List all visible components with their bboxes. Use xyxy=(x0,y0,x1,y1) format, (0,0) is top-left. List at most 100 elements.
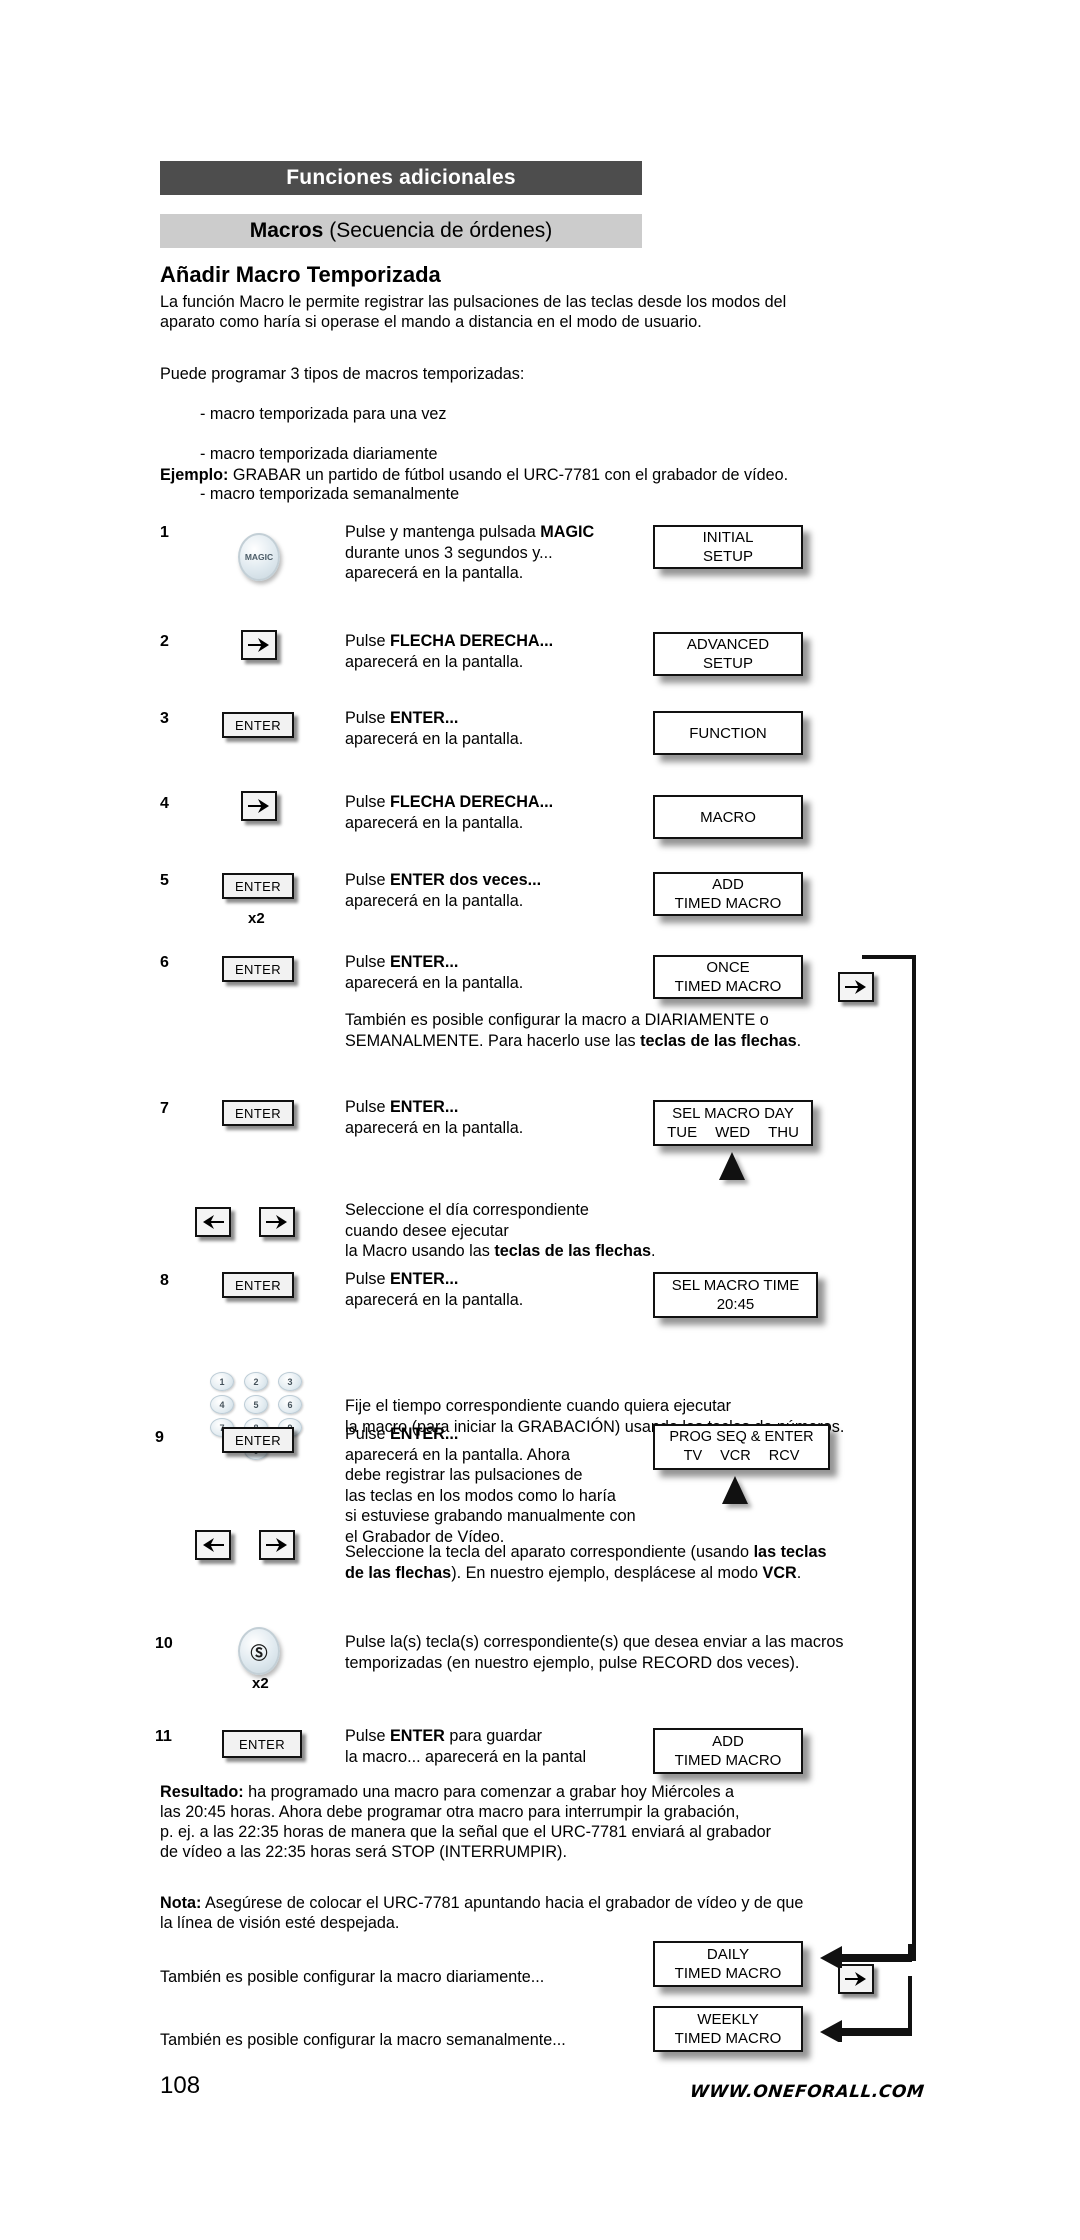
enter-key-icon[interactable]: ENTER xyxy=(222,712,294,738)
step-number: 11 xyxy=(155,1728,172,1745)
result-label: Resultado: xyxy=(160,1783,244,1801)
step-instruction-lead: Pulse xyxy=(345,709,390,727)
magic-key-icon[interactable]: MAGIC xyxy=(238,533,280,581)
lcd-display: ADD TIMED MACRO xyxy=(653,1728,803,1774)
step-instruction-key: MAGIC xyxy=(540,523,595,541)
left-arrow-glyph xyxy=(203,1215,224,1229)
right-arrow-key-icon[interactable] xyxy=(259,1530,295,1560)
step-instruction-key: ENTER... xyxy=(390,1270,459,1288)
lcd-display: INITIAL SETUP xyxy=(653,525,803,569)
step-instruction-key: FLECHA DERECHA... xyxy=(390,793,554,811)
step-instruction: Pulse ENTER... aparecerá en la pantalla. xyxy=(345,1097,615,1138)
alternative-daily-text: También es posible configurar la macro d… xyxy=(160,1968,545,1986)
keypad-key-3[interactable]: 3 xyxy=(278,1372,302,1391)
step-note-bold2: VCR xyxy=(762,1563,797,1582)
flow-arrow-weekly xyxy=(820,2020,912,2042)
lcd-display: DAILY TIMED MACRO xyxy=(653,1941,803,1987)
enter-key-icon[interactable]: ENTER xyxy=(222,873,294,899)
lcd-line1: ONCE xyxy=(706,959,750,976)
keypad-key-2[interactable]: 2 xyxy=(244,1372,268,1391)
lcd-line2: TUE WED THU xyxy=(658,1123,808,1142)
enter-key-label: ENTER xyxy=(234,1432,282,1448)
enter-key-icon[interactable]: ENTER xyxy=(222,1272,294,1298)
enter-key-label: ENTER xyxy=(234,1277,282,1293)
lcd-display: MACRO xyxy=(653,795,803,839)
left-arrow-key-icon[interactable] xyxy=(195,1530,231,1560)
lcd-line2: TIMED MACRO xyxy=(674,978,782,995)
step-instruction-rest: aparecerá en la pantalla. xyxy=(345,1118,524,1137)
lcd-display: FUNCTION xyxy=(653,711,803,755)
enter-key-icon[interactable]: ENTER xyxy=(222,1427,294,1453)
lcd-mode-option: VCR xyxy=(720,1448,751,1464)
step-instruction-key: ENTER... xyxy=(390,1098,459,1116)
right-arrow-key-icon[interactable] xyxy=(838,972,874,1002)
enter-key-label: ENTER xyxy=(234,961,282,977)
left-arrow-key-icon[interactable] xyxy=(195,1207,231,1237)
enter-key-icon[interactable]: ENTER xyxy=(222,1100,294,1126)
record-key-icon[interactable]: Ⓢ xyxy=(238,1627,280,1675)
lcd-display: ADVANCED SETUP xyxy=(653,632,803,676)
step-instruction-rest: aparecerá en la pantalla. xyxy=(345,729,524,748)
step-instruction: Pulse ENTER... aparecerá en la pantalla. xyxy=(345,1269,615,1310)
step-instruction-lead: Pulse xyxy=(345,632,390,650)
lcd-day-option: WED xyxy=(715,1124,751,1141)
enter-key-icon[interactable]: ENTER xyxy=(222,1730,302,1758)
enter-key-label: ENTER xyxy=(234,717,282,733)
step-number: 7 xyxy=(160,1100,169,1117)
step-number: 4 xyxy=(160,795,169,812)
step-instruction-lead: Pulse xyxy=(345,793,390,811)
step-instruction-lead: Pulse xyxy=(345,953,390,971)
lcd-line2: TIMED MACRO xyxy=(674,2030,782,2047)
step-instruction-lead: Pulse xyxy=(345,1270,390,1288)
right-arrow-glyph xyxy=(266,1215,287,1229)
selection-pointer-icon xyxy=(722,1476,748,1504)
note-paragraph: Nota: Asegúrese de colocar el URC-7781 a… xyxy=(160,1893,950,1933)
flow-connector-weekly xyxy=(908,1976,912,2030)
right-arrow-key-icon[interactable] xyxy=(241,791,277,821)
step-number: 6 xyxy=(160,954,169,971)
right-arrow-key-icon[interactable] xyxy=(259,1207,295,1237)
step-instruction: Pulse y mantenga pulsada MAGIC durante u… xyxy=(345,522,605,584)
step-instruction-rest: aparecerá en la pantalla. xyxy=(345,652,524,671)
enter-key-icon[interactable]: ENTER xyxy=(222,956,294,982)
lcd-line1: FUNCTION xyxy=(689,724,767,742)
lcd-line1: ADD xyxy=(712,876,744,893)
lcd-line1: ADVANCED xyxy=(686,636,770,653)
lcd-line2: TV VCR RCV xyxy=(675,1447,809,1466)
right-arrow-key-icon[interactable] xyxy=(241,630,277,660)
keypad-key-4[interactable]: 4 xyxy=(210,1395,234,1414)
step-instruction-lead: Pulse xyxy=(345,871,390,889)
step-number: 5 xyxy=(160,872,169,889)
step-instruction-rest: aparecerá en la pantalla. xyxy=(345,813,524,832)
document-page: Funciones adicionales Macros (Secuencia … xyxy=(0,0,1080,2240)
right-arrow-glyph xyxy=(248,799,269,813)
step-note-pre: Seleccione la tecla del aparato correspo… xyxy=(345,1543,754,1561)
flow-arrow-daily xyxy=(820,1946,912,1968)
keypad-key-6[interactable]: 6 xyxy=(278,1395,302,1414)
step-instruction: Pulse FLECHA DERECHA... aparecerá en la … xyxy=(345,631,615,672)
section-title-bar: Funciones adicionales xyxy=(160,161,642,195)
macro-type-item: - macro temporizada semanalmente xyxy=(200,485,460,503)
result-paragraph: Resultado: ha programado una macro para … xyxy=(160,1782,920,1862)
step-instruction: Pulse la(s) tecla(s) correspondiente(s) … xyxy=(345,1633,844,1672)
right-arrow-key-icon[interactable] xyxy=(838,1964,874,1994)
step-note-bold: teclas de las flechas xyxy=(640,1031,797,1050)
right-arrow-glyph xyxy=(845,1972,866,1986)
topic-title-rest: (Secuencia de órdenes) xyxy=(329,219,553,242)
keypad-row: 1 2 3 xyxy=(210,1372,318,1391)
topic-title-bold: Macros xyxy=(249,219,324,242)
step-instruction: Pulse ENTER para guardar la macro... apa… xyxy=(345,1726,625,1767)
step-instruction-key: ENTER dos veces... xyxy=(390,871,542,889)
step-note: Seleccione el día correspondiente cuando… xyxy=(345,1200,905,1262)
step-instruction-rest: durante unos 3 segundos y... aparecerá e… xyxy=(345,543,553,583)
lcd-line1: MACRO xyxy=(700,808,756,826)
keypad-key-1[interactable]: 1 xyxy=(210,1372,234,1391)
step-instruction-lead: Pulse y mantenga pulsada xyxy=(345,523,541,541)
footer-url: WWW.ONEFORALL.COM xyxy=(688,2082,926,2102)
step-instruction-key: ENTER xyxy=(390,1727,445,1745)
lcd-line1: SEL MACRO TIME xyxy=(671,1277,800,1294)
lcd-display: SEL MACRO DAY TUE WED THU xyxy=(653,1100,813,1146)
keypad-key-5[interactable]: 5 xyxy=(244,1395,268,1414)
lcd-line1: WEEKLY xyxy=(697,2011,759,2028)
lcd-display: PROG SEQ & ENTER TV VCR RCV xyxy=(653,1424,830,1470)
